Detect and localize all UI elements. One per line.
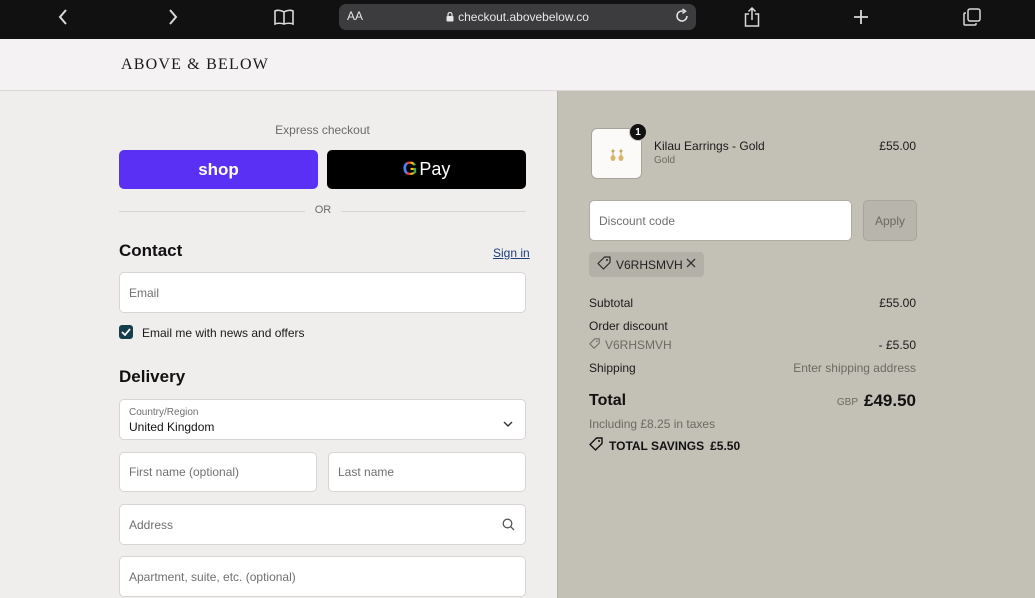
product-name: Kilau Earrings - Gold [654, 139, 765, 153]
newsletter-checkbox[interactable] [119, 325, 133, 339]
taxes-note: Including £8.25 in taxes [589, 417, 716, 431]
share-icon[interactable] [741, 0, 763, 34]
last-name-placeholder: Last name [338, 465, 395, 479]
quantity-badge: 1 [629, 123, 647, 141]
applied-discount-code: V6RHSMVH [616, 257, 683, 272]
back-icon[interactable] [52, 0, 74, 34]
bookmarks-icon[interactable] [272, 0, 296, 34]
contact-heading: Contact [119, 241, 183, 260]
discount-placeholder: Discount code [599, 214, 676, 228]
order-discount-code-row: V6RHSMVH [589, 338, 672, 352]
store-logo[interactable]: ABOVE & BELOW [121, 56, 269, 74]
store-header: ABOVE & BELOW [0, 39, 1035, 91]
chevron-down-icon [503, 415, 513, 433]
apply-button[interactable]: Apply [863, 200, 917, 241]
address-field[interactable]: Address [119, 504, 526, 545]
country-select[interactable]: Country/Region United Kingdom [119, 399, 526, 440]
savings-label: TOTAL SAVINGS [609, 438, 705, 453]
country-value: United Kingdom [129, 420, 215, 434]
delivery-heading: Delivery [119, 367, 186, 386]
tabs-icon[interactable] [961, 0, 983, 34]
forward-icon[interactable] [162, 0, 184, 34]
address-placeholder: Address [129, 517, 174, 532]
or-label: OR [305, 204, 341, 216]
remove-discount-icon[interactable] [685, 257, 697, 272]
shipping-value: Enter shipping address [793, 361, 916, 375]
express-checkout-label: Express checkout [275, 123, 370, 137]
savings-value: £5.50 [710, 438, 741, 453]
tag-icon [589, 338, 600, 352]
checkout-form: Express checkout shop G Pay OR Contact S… [0, 91, 557, 598]
total-currency: GBP [836, 397, 858, 408]
order-discount-label: Order discount [589, 319, 668, 333]
search-icon [502, 518, 515, 536]
url-text: checkout.abovebelow.co [458, 10, 589, 24]
order-summary: 1 Kilau Earrings - Gold Gold £55.00 Disc… [557, 91, 1035, 598]
subtotal-value: £55.00 [879, 296, 916, 310]
order-discount-value: - £5.50 [878, 338, 916, 352]
applied-discount-chip: V6RHSMVH [589, 252, 704, 277]
product-price: £55.00 [879, 139, 916, 153]
google-g-icon: G [402, 158, 418, 180]
order-discount-code: V6RHSMVH [605, 338, 672, 352]
google-pay-label: Pay [419, 159, 451, 179]
shipping-label: Shipping [589, 361, 636, 375]
apartment-placeholder: Apartment, suite, etc. (optional) [129, 569, 296, 584]
lock-icon [446, 11, 454, 25]
checkmark-icon [121, 328, 131, 336]
email-field[interactable]: Email [119, 272, 526, 313]
newsletter-label[interactable]: Email me with news and offers [142, 326, 305, 340]
google-pay-button[interactable]: G Pay [327, 150, 526, 189]
product-variant: Gold [654, 155, 676, 166]
apartment-field[interactable]: Apartment, suite, etc. (optional) [119, 556, 526, 597]
total-label: Total [589, 392, 627, 409]
tag-icon [589, 437, 603, 454]
country-label: Country/Region [129, 407, 199, 418]
new-tab-icon[interactable] [850, 0, 872, 34]
sign-in-link[interactable]: Sign in [493, 246, 530, 260]
first-name-field[interactable]: First name (optional) [119, 452, 317, 492]
first-name-placeholder: First name (optional) [129, 465, 240, 479]
email-placeholder: Email [129, 285, 160, 300]
tag-icon [597, 256, 611, 273]
total-savings: TOTAL SAVINGS £5.50 [589, 437, 740, 454]
total-value: £49.50 [864, 391, 916, 410]
subtotal-label: Subtotal [589, 296, 634, 310]
address-bar[interactable]: AA checkout.abovebelow.co [339, 4, 696, 30]
shop-pay-button[interactable]: shop [119, 150, 318, 189]
browser-toolbar: AA checkout.abovebelow.co [0, 0, 1035, 39]
last-name-field[interactable]: Last name [328, 452, 526, 492]
reload-icon[interactable] [674, 8, 690, 29]
discount-code-input[interactable]: Discount code [589, 200, 852, 241]
